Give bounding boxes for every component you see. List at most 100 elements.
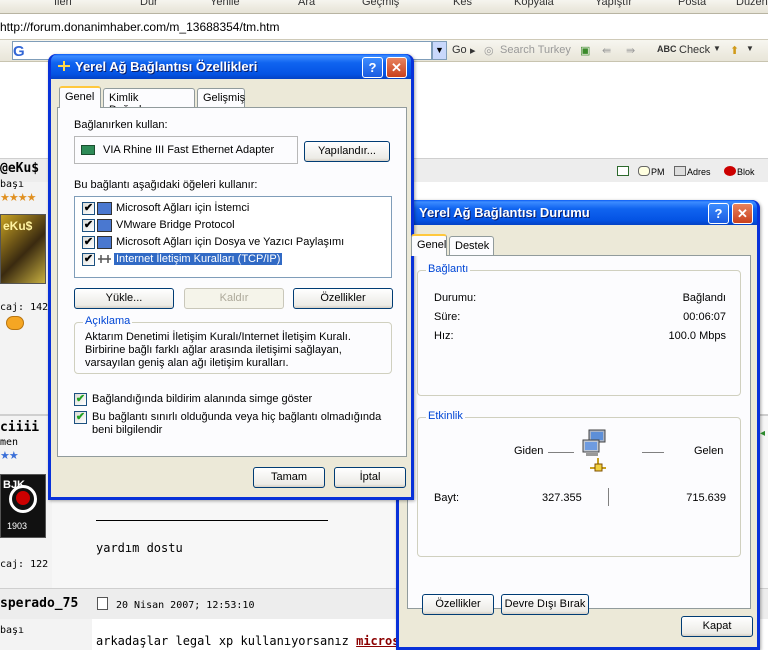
status-dialog-body: Genel Destek Bağlantı Durumu: Bağlandı S… [399, 225, 757, 647]
close-dialog-button[interactable]: Kapat [681, 616, 753, 637]
notify-label: Bu bağlantı sınırlı olduğunda veya hiç b… [92, 411, 382, 436]
search-turkey-icon: ◎ [484, 45, 494, 57]
avatar2-text: BJK [3, 479, 26, 491]
tab-support[interactable]: Destek [449, 236, 494, 256]
status-dialog-title: Yerel Ağ Bağlantısı Durumu [419, 205, 590, 220]
google-logo-icon: G [13, 43, 25, 60]
ok-button[interactable]: Tamam [253, 467, 325, 488]
check-button[interactable]: Check [679, 44, 710, 56]
duration-value: 00:06:07 [683, 311, 726, 323]
mail-button[interactable]: Posta [678, 0, 706, 8]
tab-general[interactable]: Genel [59, 86, 101, 108]
status-value: Bağlandı [682, 292, 726, 304]
address-url[interactable]: http://forum.donanimhaber.com/m_13688354… [0, 20, 280, 34]
computer-icon [97, 219, 112, 232]
check-dropdown-icon[interactable]: ▼ [713, 44, 721, 53]
edit-button[interactable]: Düzenle [736, 0, 768, 8]
close-button[interactable]: ✕ [732, 203, 753, 224]
search-dropdown-button[interactable]: ▼ [432, 41, 447, 60]
pm-label: PM [651, 167, 665, 177]
properties-dialog: Yerel Ağ Bağlantısı Özellikleri ? ✕ Gene… [48, 54, 414, 500]
tab-advanced[interactable]: Gelişmiş [197, 88, 245, 108]
disable-button[interactable]: Devre Dışı Bırak [501, 594, 589, 615]
blok-label: Blok [737, 167, 755, 177]
tab-authentication[interactable]: Kimlik Doğrulama [103, 88, 195, 116]
help-button[interactable]: ? [708, 203, 729, 224]
user2-name[interactable]: ciiii [0, 420, 39, 435]
prev-icon[interactable]: ⇚ [602, 44, 611, 57]
install-button[interactable]: Yükle... [74, 288, 174, 309]
block-action[interactable]: Blok [724, 166, 755, 177]
signature-divider [96, 520, 328, 521]
item-label: Internet İletişim Kuralları (TCP/IP) [114, 253, 283, 265]
search-turkey-button[interactable]: Search Turkey [500, 44, 571, 56]
status-properties-button[interactable]: Özellikler [422, 594, 494, 615]
components-list[interactable]: ✔ Microsoft Ağları için İstemci ✔ VMware… [74, 196, 392, 278]
bytes-sent-value: 327.355 [542, 492, 582, 504]
duration-label: Süre: [434, 311, 461, 323]
address-bar[interactable]: http://forum.donanimhaber.com/m_13688354… [0, 14, 768, 40]
adapter-box: VIA Rhine III Fast Ethernet Adapter [74, 136, 298, 164]
stop-button[interactable]: Dur [140, 0, 158, 8]
user3-name[interactable]: sperado_75 [0, 596, 78, 611]
cancel-button[interactable]: İptal [334, 467, 406, 488]
adapter-name: VIA Rhine III Fast Ethernet Adapter [103, 144, 275, 156]
uninstall-button[interactable]: Kaldır [184, 288, 284, 309]
cut-button[interactable]: Kes [453, 0, 472, 8]
user1-messages: caj: 1424 [0, 302, 55, 313]
connection-group-title: Bağlantı [426, 263, 471, 275]
close-button[interactable]: ✕ [386, 57, 407, 78]
bookmark-icon[interactable]: ⬆ [730, 44, 739, 57]
pm-action[interactable]: PM [638, 166, 665, 177]
computer-icon [97, 236, 112, 249]
bytes-received-value: 715.639 [686, 492, 726, 504]
show-icon-checkbox[interactable]: ✔ [74, 393, 87, 406]
go-button[interactable]: Go [452, 44, 467, 56]
adres-label: Adres [687, 167, 711, 177]
avatar2-year: 1903 [7, 521, 28, 531]
paste-button[interactable]: Yapıştır [595, 0, 632, 8]
configure-button[interactable]: Yapılandır... [304, 141, 390, 162]
connect-using-label: Bağlanırken kullan: [74, 119, 168, 131]
user1-name[interactable]: @eKu$ [0, 161, 39, 176]
search-button[interactable]: Ara [298, 0, 315, 8]
properties-dialog-titlebar[interactable]: Yerel Ağ Bağlantısı Özellikleri ? ✕ [51, 54, 411, 79]
mail-action-icon[interactable] [617, 166, 630, 177]
network-connection-icon [58, 61, 70, 71]
edge-arrow-icon: ◂ [760, 428, 766, 439]
post-document-icon [97, 597, 108, 610]
item-label: Microsoft Ağları için İstemci [116, 202, 250, 214]
copy-button[interactable]: Kopyala [514, 0, 554, 8]
status-dialog: Yerel Ağ Bağlantısı Durumu ? ✕ Genel Des… [396, 200, 760, 650]
go-arrow-icon[interactable]: ▸ [470, 44, 476, 57]
item-checkbox[interactable]: ✔ [82, 236, 95, 249]
bookmark-dropdown-icon[interactable]: ▼ [746, 44, 754, 53]
help-button[interactable]: ? [362, 57, 383, 78]
item-checkbox[interactable]: ✔ [82, 253, 95, 266]
address-action[interactable]: Adres [674, 166, 711, 177]
status-general-panel: Bağlantı Durumu: Bağlandı Süre: 00:06:07… [407, 255, 751, 615]
sent-line [548, 452, 574, 453]
user1-avatar: eKu$ [0, 214, 46, 284]
item-label: Microsoft Ağları için Dosya ve Yazıcı Pa… [116, 236, 345, 248]
news-icon[interactable]: ▣ [580, 44, 590, 57]
spellcheck-icon: ABC [657, 44, 677, 54]
status-label: Durumu: [434, 292, 477, 304]
properties-button[interactable]: Özellikler [293, 288, 393, 309]
item-checkbox[interactable]: ✔ [82, 219, 95, 232]
notify-checkbox[interactable]: ✔ [74, 411, 87, 424]
item-checkbox[interactable]: ✔ [82, 202, 95, 215]
user2-stars: ★★ [0, 450, 19, 462]
forward-button[interactable]: İleri [54, 0, 72, 8]
user2-avatar: BJK 1903 [0, 474, 46, 538]
tab-general[interactable]: Genel [411, 234, 447, 256]
history-button[interactable]: Geçmiş [362, 0, 399, 8]
bjk-dot [16, 491, 30, 505]
received-line [642, 452, 664, 453]
refresh-button[interactable]: Yenile [210, 0, 240, 8]
user2-messages: caj: 122 [0, 559, 49, 570]
status-dialog-titlebar[interactable]: Yerel Ağ Bağlantısı Durumu ? ✕ [399, 200, 757, 225]
description-group: Açıklama Aktarım Denetimi İletişim Kural… [74, 315, 392, 374]
next-icon[interactable]: ⇛ [626, 44, 635, 57]
items-label: Bu bağlantı aşağıdaki öğeleri kullanır: [74, 179, 258, 191]
